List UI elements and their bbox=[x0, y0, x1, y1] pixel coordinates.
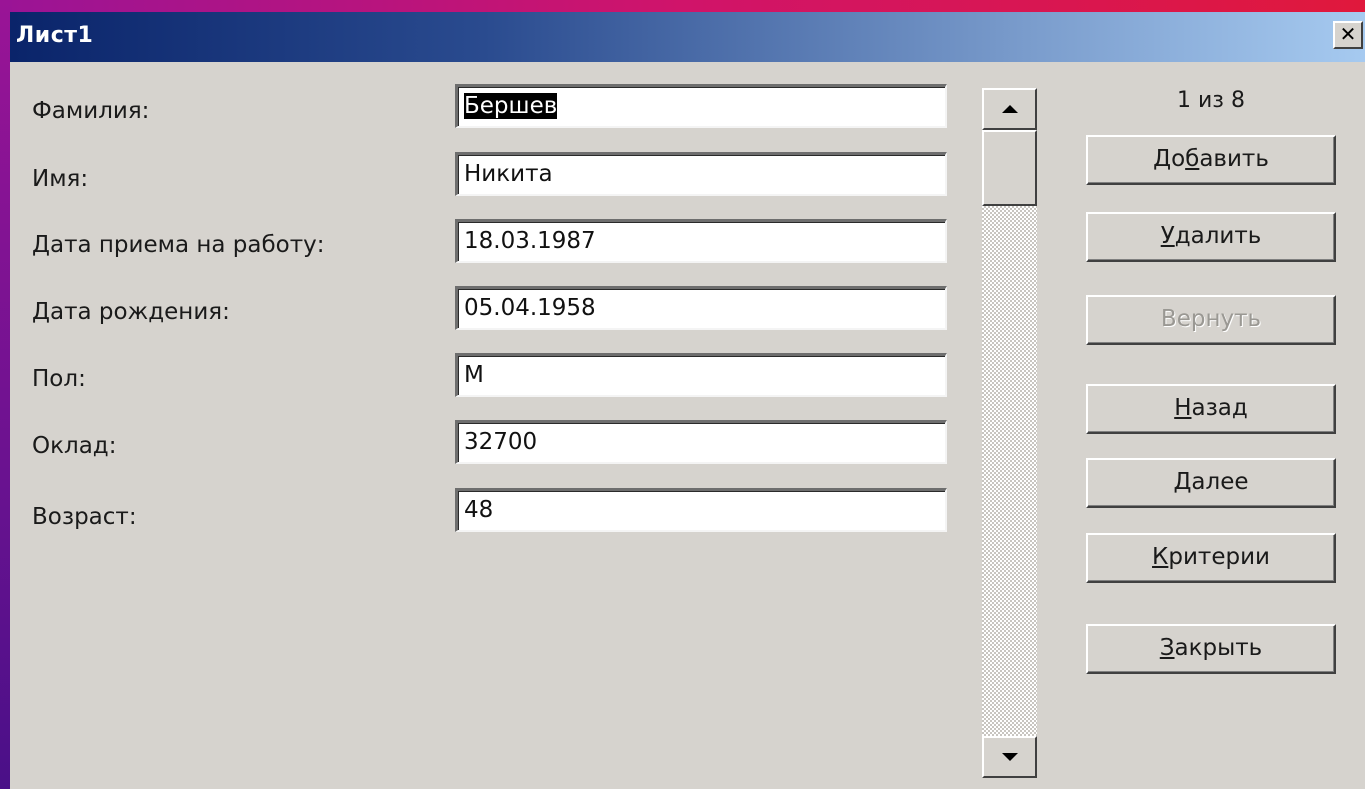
add-button-label-post: авить bbox=[1199, 146, 1269, 172]
next-button[interactable]: Далее bbox=[1086, 458, 1336, 508]
arrow-up-icon bbox=[1001, 105, 1018, 113]
window-title: Лист1 bbox=[16, 23, 94, 48]
close-button[interactable]: Закрыть bbox=[1086, 624, 1336, 674]
delete-button-accesskey: У bbox=[1160, 223, 1175, 249]
field-label-name: Имя: bbox=[32, 166, 89, 192]
next-button-label: алее bbox=[1191, 469, 1249, 495]
restore-button-label: Вернуть bbox=[1160, 306, 1262, 332]
next-button-accesskey: Д bbox=[1173, 469, 1192, 495]
close-icon: ✕ bbox=[1339, 22, 1357, 46]
criteria-button-label: ритерии bbox=[1168, 544, 1270, 570]
name-field[interactable]: Никита bbox=[455, 152, 947, 196]
criteria-button-accesskey: К bbox=[1152, 544, 1169, 570]
field-label-salary: Оклад: bbox=[32, 433, 117, 459]
scroll-up-button[interactable] bbox=[982, 88, 1037, 130]
arrow-down-icon bbox=[1001, 753, 1018, 761]
data-form-dialog: Лист1 ✕ Фамилия: Имя: Дата приема на раб… bbox=[10, 12, 1365, 789]
restore-button[interactable]: Вернуть bbox=[1086, 295, 1336, 345]
scroll-down-button[interactable] bbox=[982, 736, 1037, 778]
field-label-age: Возраст: bbox=[32, 504, 137, 530]
salary-value: 32700 bbox=[464, 429, 538, 455]
birth-date-value: 05.04.1958 bbox=[464, 295, 596, 321]
salary-field[interactable]: 32700 bbox=[455, 420, 947, 464]
hire-date-value: 18.03.1987 bbox=[464, 228, 596, 254]
close-button-label: акрыть bbox=[1174, 635, 1263, 661]
surname-value: Бершев bbox=[464, 93, 558, 119]
criteria-button[interactable]: Критерии bbox=[1086, 533, 1336, 583]
gender-value: М bbox=[464, 362, 484, 388]
delete-button-label: далить bbox=[1174, 223, 1262, 249]
add-button[interactable]: Добавить bbox=[1086, 135, 1336, 185]
field-label-surname: Фамилия: bbox=[32, 98, 150, 124]
add-button-label-pre: До bbox=[1153, 146, 1186, 172]
back-button-label: азад bbox=[1191, 395, 1248, 421]
surname-field[interactable]: Бершев bbox=[455, 84, 947, 128]
age-field[interactable]: 48 bbox=[455, 488, 947, 532]
add-button-accesskey: б bbox=[1185, 146, 1200, 172]
name-value: Никита bbox=[464, 161, 553, 187]
field-label-gender: Пол: bbox=[32, 366, 86, 392]
field-label-birth-date: Дата рождения: bbox=[32, 299, 230, 325]
background-top bbox=[0, 0, 1365, 12]
scroll-thumb[interactable] bbox=[982, 130, 1037, 206]
close-window-button[interactable]: ✕ bbox=[1333, 21, 1363, 49]
record-counter: 1 из 8 bbox=[1177, 88, 1245, 113]
field-label-hire-date: Дата приема на работу: bbox=[32, 232, 325, 258]
back-button-accesskey: Н bbox=[1174, 395, 1192, 421]
gender-field[interactable]: М bbox=[455, 353, 947, 397]
close-button-accesskey: З bbox=[1159, 635, 1175, 661]
back-button[interactable]: Назад bbox=[1086, 384, 1336, 434]
birth-date-field[interactable]: 05.04.1958 bbox=[455, 286, 947, 330]
age-value: 48 bbox=[464, 497, 494, 523]
record-scrollbar[interactable] bbox=[982, 88, 1037, 778]
title-bar[interactable]: Лист1 ✕ bbox=[10, 12, 1365, 62]
hire-date-field[interactable]: 18.03.1987 bbox=[455, 219, 947, 263]
delete-button[interactable]: Удалить bbox=[1086, 212, 1336, 262]
